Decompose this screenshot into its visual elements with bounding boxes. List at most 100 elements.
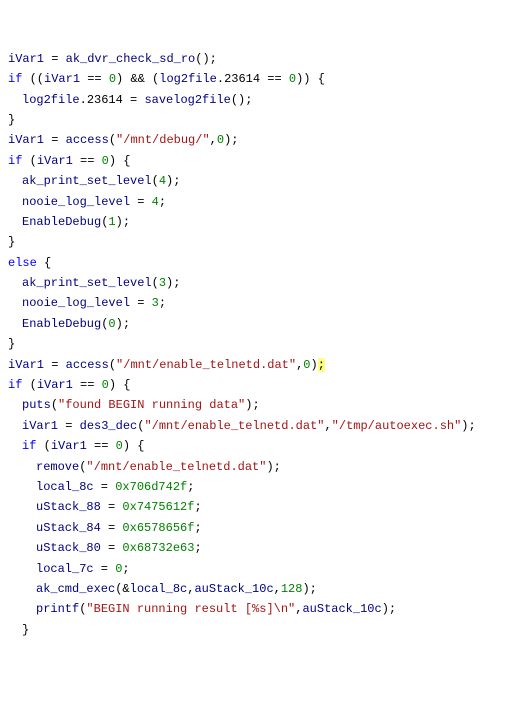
func: ak_print_set_level	[22, 174, 152, 188]
code-line: iVar1 = access("/mnt/enable_telnetd.dat"…	[8, 355, 513, 375]
punct: ;	[187, 480, 194, 494]
op: =	[44, 133, 66, 147]
punct: ,	[210, 133, 217, 147]
keyword: else	[8, 256, 37, 270]
code-line: iVar1 = des3_dec("/mnt/enable_telnetd.da…	[8, 416, 513, 436]
code-line: local_8c = 0x706d742f;	[8, 477, 513, 497]
var: iVar1	[8, 358, 44, 372]
code-line: if (iVar1 == 0) {	[8, 375, 513, 395]
code-line: }	[8, 110, 513, 130]
punct: );	[224, 133, 238, 147]
code-line: uStack_88 = 0x7475612f;	[8, 497, 513, 517]
var: iVar1	[37, 154, 73, 168]
code-line: if (iVar1 == 0) {	[8, 436, 513, 456]
code-line: nooie_log_level = 3;	[8, 293, 513, 313]
punct: ();	[231, 93, 253, 107]
punct: (	[109, 358, 116, 372]
keyword: if	[8, 378, 22, 392]
op: =	[130, 195, 152, 209]
num: 0x6578656f	[122, 521, 194, 535]
punct: ;	[159, 195, 166, 209]
punct: (	[152, 174, 159, 188]
code-line: else {	[8, 253, 513, 273]
op: ==	[73, 378, 102, 392]
code-line: nooie_log_level = 4;	[8, 192, 513, 212]
punct: )) {	[296, 72, 325, 86]
keyword: if	[22, 439, 36, 453]
code-line: log2file.23614 = savelog2file();	[8, 90, 513, 110]
code-line: ak_cmd_exec(&local_8c,auStack_10c,128);	[8, 579, 513, 599]
code-line: }	[8, 232, 513, 252]
num: 128	[281, 582, 303, 596]
num: 1	[108, 215, 115, 229]
func: remove	[36, 460, 79, 474]
member: 23614	[224, 72, 260, 86]
var: uStack_88	[36, 500, 101, 514]
code-line: EnableDebug(0);	[8, 314, 513, 334]
var: iVar1	[44, 72, 80, 86]
string: "/mnt/enable_telnetd.dat"	[116, 358, 296, 372]
brace: }	[22, 623, 29, 637]
punct: (	[36, 439, 50, 453]
func: des3_dec	[80, 419, 138, 433]
op: .	[80, 93, 87, 107]
punct: ,	[274, 582, 281, 596]
op: =	[44, 52, 66, 66]
punct: (	[51, 398, 58, 412]
func: access	[66, 358, 109, 372]
punct: ,	[187, 582, 194, 596]
code-line: EnableDebug(1);	[8, 212, 513, 232]
var: uStack_84	[36, 521, 101, 535]
punct: );	[382, 602, 396, 616]
code-block: iVar1 = ak_dvr_check_sd_ro();if ((iVar1 …	[8, 49, 513, 640]
num: 0x68732e63	[122, 541, 194, 555]
op: =	[44, 358, 66, 372]
op: =	[101, 500, 123, 514]
num: 0	[116, 439, 123, 453]
punct: ;	[122, 562, 129, 576]
num: 4	[152, 195, 159, 209]
op: =	[58, 419, 80, 433]
punct: ) {	[109, 154, 131, 168]
string: "found BEGIN running data"	[58, 398, 245, 412]
var: iVar1	[8, 133, 44, 147]
code-line: }	[8, 334, 513, 354]
code-line: uStack_84 = 0x6578656f;	[8, 518, 513, 538]
punct: ,	[324, 419, 331, 433]
member: 23614	[87, 93, 123, 107]
op: =	[94, 562, 116, 576]
code-line: ak_print_set_level(3);	[8, 273, 513, 293]
func: EnableDebug	[22, 317, 101, 331]
var: local_8c	[130, 582, 188, 596]
var: uStack_80	[36, 541, 101, 555]
op: ==	[80, 72, 109, 86]
var: auStack_10c	[302, 602, 381, 616]
num: 0	[115, 562, 122, 576]
code-line: ak_print_set_level(4);	[8, 171, 513, 191]
num: 0x7475612f	[122, 500, 194, 514]
string: "/mnt/debug/"	[116, 133, 210, 147]
punct: ;	[194, 500, 201, 514]
punct: );	[166, 174, 180, 188]
func: ak_print_set_level	[22, 276, 152, 290]
func: ak_dvr_check_sd_ro	[66, 52, 196, 66]
op: ==	[73, 154, 102, 168]
punct: );	[116, 317, 130, 331]
brace: {	[37, 256, 51, 270]
punct: );	[266, 460, 280, 474]
punct: ,	[295, 602, 302, 616]
func: savelog2file	[144, 93, 230, 107]
num: 0	[102, 154, 109, 168]
string: "/mnt/enable_telnetd.dat"	[144, 419, 324, 433]
code-line: if (iVar1 == 0) {	[8, 151, 513, 171]
var: auStack_10c	[194, 582, 273, 596]
string: "/tmp/autoexec.sh"	[332, 419, 462, 433]
code-line: uStack_80 = 0x68732e63;	[8, 538, 513, 558]
string: "/mnt/enable_telnetd.dat"	[86, 460, 266, 474]
brace: }	[8, 235, 15, 249]
punct: );	[245, 398, 259, 412]
var: iVar1	[37, 378, 73, 392]
keyword: if	[8, 72, 22, 86]
var: iVar1	[8, 52, 44, 66]
punct: ;	[194, 541, 201, 555]
